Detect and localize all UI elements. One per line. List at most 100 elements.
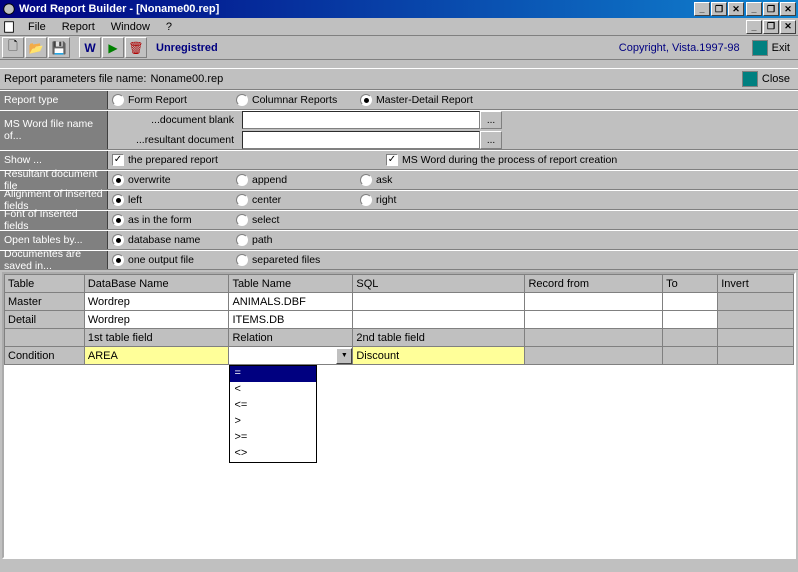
relation-option-ne[interactable]: <>	[230, 446, 316, 462]
cell-master-tablename[interactable]: ANIMALS.DBF	[229, 293, 353, 311]
save-button[interactable]: 💾	[48, 37, 70, 58]
new-button[interactable]: 🗋	[2, 37, 24, 58]
minimize-button[interactable]: _	[746, 2, 762, 16]
radio-icon	[236, 234, 248, 246]
opt-ask[interactable]: ask	[360, 174, 480, 186]
save-icon: 💾	[52, 41, 67, 55]
opt-columnar-reports[interactable]: Columnar Reports	[236, 94, 356, 106]
hdr-dbname: DataBase Name	[84, 275, 229, 293]
cell-condition-first[interactable]: AREA	[84, 347, 229, 365]
cell-detail-to[interactable]	[663, 311, 718, 329]
browse-result-button[interactable]: ...	[480, 131, 502, 149]
opt-path[interactable]: path	[236, 234, 356, 246]
chk-msword-process[interactable]: MS Word during the process of report cre…	[386, 154, 686, 166]
radio-selected-icon	[112, 254, 124, 266]
delete-button[interactable]: 🗑	[125, 37, 147, 58]
relation-combo[interactable]: ▼	[229, 347, 352, 364]
opt-overwrite[interactable]: overwrite	[112, 174, 232, 186]
radio-selected-icon	[112, 174, 124, 186]
opt-center[interactable]: center	[236, 194, 356, 206]
grid-row-condition[interactable]: Condition AREA ▼ = < <= > >= <> Discount	[5, 347, 794, 365]
label-filenames: MS Word file name of...	[0, 111, 108, 149]
opt-select-font[interactable]: select	[236, 214, 356, 226]
opt-left[interactable]: left	[112, 194, 232, 206]
cell-detail-invert[interactable]	[718, 311, 794, 329]
cell-detail-sql[interactable]	[353, 311, 525, 329]
browse-blank-button[interactable]: ...	[480, 111, 502, 129]
row-report-type: Report type Form Report Columnar Reports…	[0, 90, 798, 110]
app-icon	[2, 2, 16, 16]
hdr-to: To	[663, 275, 718, 293]
rowhdr-detail: Detail	[5, 311, 85, 329]
close-icon	[742, 71, 758, 87]
open-button[interactable]: 📂	[25, 37, 47, 58]
close-button[interactable]: ✕	[780, 2, 796, 16]
child-maximize-button[interactable]: ❐	[763, 20, 779, 34]
maximize-button[interactable]: ❐	[763, 2, 779, 16]
check-selected-icon	[112, 154, 124, 166]
opt-append[interactable]: append	[236, 174, 356, 186]
opt-asinform[interactable]: as in the form	[112, 214, 232, 226]
cell-detail-recordfrom[interactable]	[525, 311, 663, 329]
menu-file[interactable]: File	[20, 19, 54, 35]
param-file-name: Noname00.rep	[150, 73, 223, 85]
relation-dropdown[interactable]: = < <= > >= <>	[229, 365, 317, 463]
grid-row-master[interactable]: Master Wordrep ANIMALS.DBF	[5, 293, 794, 311]
mdi-minimize-button[interactable]: _	[694, 2, 710, 16]
grid-row-detail[interactable]: Detail Wordrep ITEMS.DB	[5, 311, 794, 329]
radio-icon	[236, 194, 248, 206]
registration-status: Unregistred	[156, 42, 218, 54]
chevron-down-icon[interactable]: ▼	[336, 348, 352, 364]
cell-master-recordfrom[interactable]	[525, 293, 663, 311]
relation-option-eq[interactable]: =	[230, 366, 316, 382]
hdr-second-field: 2nd table field	[353, 329, 525, 347]
form-area: Report type Form Report Columnar Reports…	[0, 90, 798, 270]
params-close-button[interactable]: Close	[738, 70, 794, 88]
opt-one-output[interactable]: one output file	[112, 254, 232, 266]
menu-help[interactable]: ?	[158, 19, 180, 35]
child-window-controls: _ ❐ ✕	[746, 20, 796, 34]
relation-option-lt[interactable]: <	[230, 382, 316, 398]
grid-area: Table DataBase Name Table Name SQL Recor…	[2, 272, 796, 559]
cell-condition-second[interactable]: Discount	[353, 347, 525, 365]
mdi-close-button[interactable]: ✕	[728, 2, 744, 16]
cell-condition-relation[interactable]: ▼ = < <= > >= <>	[229, 347, 353, 365]
trash-icon: 🗑	[128, 41, 143, 55]
relation-option-gt[interactable]: >	[230, 414, 316, 430]
opt-separated[interactable]: separeted files	[236, 254, 356, 266]
label-docsaved: Documentes are saved in...	[0, 251, 108, 269]
cell-master-to[interactable]	[663, 293, 718, 311]
cell-master-invert[interactable]	[718, 293, 794, 311]
copyright-text: Copyright, Vista.1997-98	[619, 42, 740, 54]
grid-relation-header: 1st table field Relation 2nd table field	[5, 329, 794, 347]
cell-master-dbname[interactable]: Wordrep	[84, 293, 229, 311]
label-document-blank: ...document blank	[108, 114, 242, 126]
cell-detail-tablename[interactable]: ITEMS.DB	[229, 311, 353, 329]
cell-master-sql[interactable]	[353, 293, 525, 311]
child-close-button[interactable]: ✕	[780, 20, 796, 34]
radio-icon	[112, 94, 124, 106]
exit-label: Exit	[772, 42, 790, 54]
menu-report[interactable]: Report	[54, 19, 103, 35]
cell-detail-dbname[interactable]: Wordrep	[84, 311, 229, 329]
input-document-blank[interactable]	[242, 111, 480, 129]
input-resultant-document[interactable]	[242, 131, 480, 149]
mdi-maximize-button[interactable]: ❐	[711, 2, 727, 16]
radio-icon	[360, 194, 372, 206]
window-title: Word Report Builder - [Noname00.rep]	[19, 3, 219, 15]
toolbar: 🗋 📂 💾 W ▶ 🗑 Unregistred Copyright, Vista…	[0, 36, 798, 60]
relation-option-ge[interactable]: >=	[230, 430, 316, 446]
exit-button[interactable]: Exit	[746, 39, 796, 57]
relation-option-le[interactable]: <=	[230, 398, 316, 414]
menu-window[interactable]: Window	[103, 19, 158, 35]
opt-dbname[interactable]: database name	[112, 234, 232, 246]
child-minimize-button[interactable]: _	[746, 20, 762, 34]
opt-right[interactable]: right	[360, 194, 480, 206]
word-button[interactable]: W	[79, 37, 101, 58]
tables-grid[interactable]: Table DataBase Name Table Name SQL Recor…	[4, 274, 794, 365]
grid-header-row: Table DataBase Name Table Name SQL Recor…	[5, 275, 794, 293]
chk-prepared-report[interactable]: the prepared report	[112, 154, 382, 166]
opt-master-detail-report[interactable]: Master-Detail Report	[360, 94, 480, 106]
run-button[interactable]: ▶	[102, 37, 124, 58]
opt-form-report[interactable]: Form Report	[112, 94, 232, 106]
